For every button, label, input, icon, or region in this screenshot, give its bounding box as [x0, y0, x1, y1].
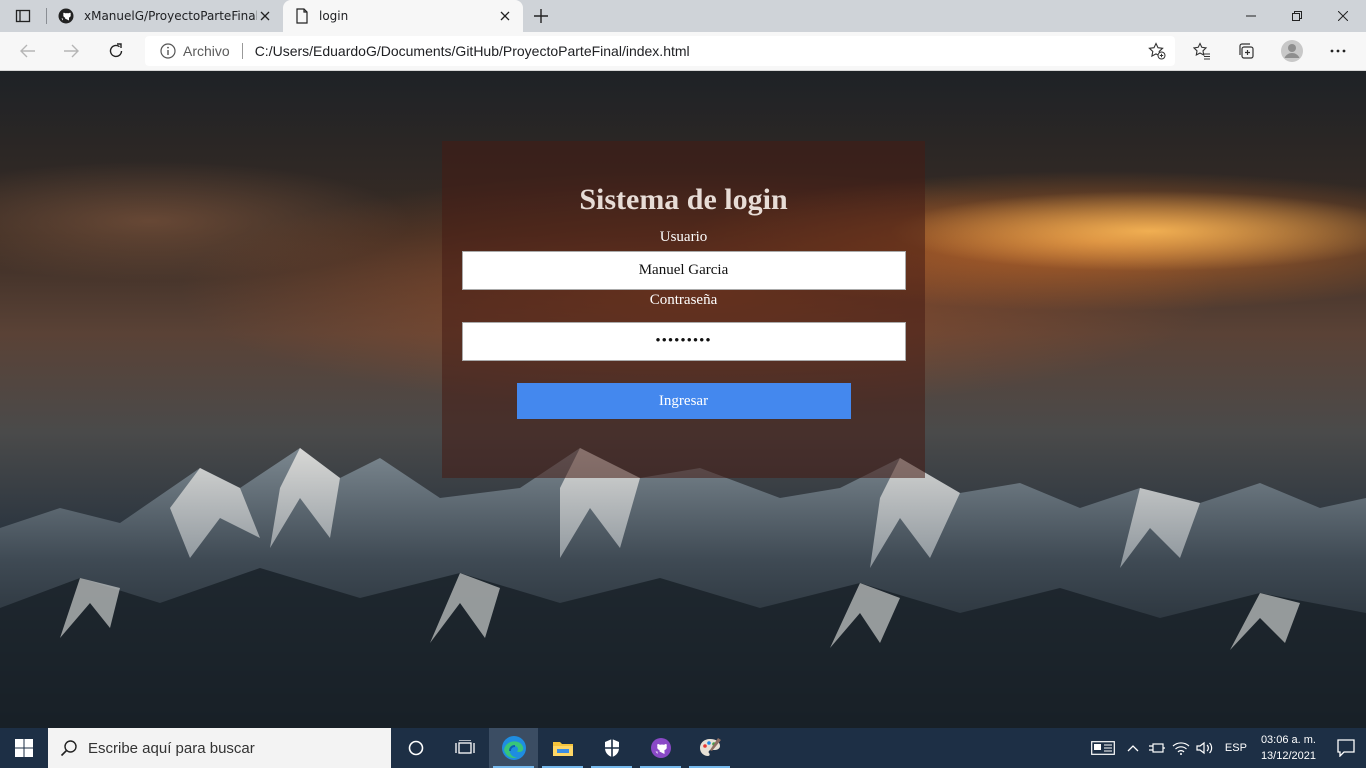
- system-tray: ESP 03:06 a. m. 13/12/2021: [1085, 728, 1366, 768]
- windows-taskbar: Escribe aquí para buscar ESP 03:06 a. m.…: [0, 728, 1366, 768]
- favorites-button[interactable]: [1186, 36, 1218, 66]
- paint-taskbar-app[interactable]: [685, 728, 734, 768]
- star-plus-icon: [1148, 42, 1166, 60]
- task-view-icon: [454, 740, 475, 754]
- github-icon: [58, 8, 74, 24]
- tab-login[interactable]: login: [283, 0, 523, 32]
- start-button[interactable]: [0, 728, 48, 768]
- info-icon[interactable]: [153, 43, 183, 59]
- security-label: Archivo: [183, 43, 230, 59]
- search-icon: [60, 740, 77, 757]
- forward-arrow-icon: [64, 44, 79, 58]
- notifications-button[interactable]: [1326, 728, 1366, 768]
- url-text[interactable]: C:/Users/EduardoG/Documents/GitHub/Proye…: [255, 43, 1139, 59]
- edge-taskbar-app[interactable]: [489, 728, 538, 768]
- address-bar[interactable]: Archivo C:/Users/EduardoG/Documents/GitH…: [145, 36, 1175, 66]
- shield-icon: [604, 739, 619, 757]
- tab-title: login: [319, 9, 349, 23]
- file-explorer-taskbar-app[interactable]: [538, 728, 587, 768]
- paint-palette-icon: [699, 738, 721, 756]
- edge-icon: [501, 736, 526, 760]
- security-taskbar-app[interactable]: [587, 728, 636, 768]
- close-tab-icon[interactable]: [497, 8, 513, 24]
- notification-icon: [1337, 739, 1355, 757]
- cortana-button[interactable]: [391, 728, 440, 768]
- close-window-button[interactable]: [1320, 0, 1366, 32]
- tab-actions-button[interactable]: [0, 0, 46, 32]
- back-arrow-icon: [20, 44, 35, 58]
- wifi-icon[interactable]: [1169, 728, 1193, 768]
- clock[interactable]: 03:06 a. m. 13/12/2021: [1261, 732, 1316, 764]
- clock-date: 13/12/2021: [1260, 750, 1316, 762]
- folder-icon: [552, 742, 573, 756]
- login-title: Sistema de login: [579, 183, 788, 216]
- close-tab-icon[interactable]: [257, 8, 273, 24]
- window-controls: [1228, 0, 1366, 32]
- close-icon: [1338, 11, 1348, 21]
- forward-button[interactable]: [55, 36, 87, 66]
- password-input[interactable]: •••••••••: [461, 322, 906, 361]
- profile-button[interactable]: [1276, 36, 1308, 66]
- windows-logo-icon: [15, 739, 33, 757]
- restore-icon: [1292, 11, 1302, 21]
- plus-icon: [534, 9, 548, 23]
- login-card: Sistema de login Usuario Manuel Garcia C…: [442, 141, 925, 478]
- language-indicator[interactable]: ESP: [1225, 742, 1247, 754]
- restore-button[interactable]: [1274, 0, 1320, 32]
- tab-github[interactable]: xManuelG/ProyectoParteFinal: Co: [46, 0, 283, 32]
- avatar-icon: [1281, 40, 1303, 62]
- power-plug-icon[interactable]: [1145, 728, 1169, 768]
- password-label: Contraseña: [649, 292, 718, 308]
- volume-icon[interactable]: [1193, 728, 1217, 768]
- github-desktop-icon: [650, 738, 671, 758]
- more-icon: [1330, 49, 1346, 53]
- collections-button[interactable]: [1230, 36, 1262, 66]
- clock-time: 03:06 a. m.: [1260, 734, 1316, 746]
- refresh-icon: [109, 43, 123, 58]
- taskbar-search-box[interactable]: Escribe aquí para buscar: [48, 728, 391, 768]
- search-placeholder: Escribe aquí para buscar: [88, 739, 255, 757]
- github-desktop-taskbar-app[interactable]: [636, 728, 685, 768]
- browser-toolbar: Archivo C:/Users/EduardoG/Documents/GitH…: [0, 32, 1366, 71]
- minimize-button[interactable]: [1228, 0, 1274, 32]
- collections-icon: [1239, 43, 1254, 59]
- username-input[interactable]: Manuel Garcia: [461, 251, 906, 290]
- tab-strip: xManuelG/ProyectoParteFinal: Co login: [0, 0, 1366, 32]
- add-favorite-button[interactable]: [1139, 42, 1175, 60]
- task-view-button[interactable]: [440, 728, 489, 768]
- tab-actions-icon: [15, 9, 31, 23]
- cortana-icon: [408, 740, 423, 756]
- back-button[interactable]: [12, 36, 44, 66]
- chevron-up-icon[interactable]: [1121, 728, 1145, 768]
- favorites-icon: [1193, 42, 1210, 60]
- refresh-button[interactable]: [100, 36, 132, 66]
- divider: [241, 43, 243, 59]
- username-label: Usuario: [659, 229, 708, 245]
- page-icon: [296, 8, 308, 24]
- news-widget-icon[interactable]: [1085, 728, 1121, 768]
- new-tab-button[interactable]: [523, 0, 559, 32]
- page-viewport: Sistema de login Usuario Manuel Garcia C…: [0, 71, 1366, 728]
- tab-title: xManuelG/ProyectoParteFinal: Co: [84, 9, 257, 23]
- settings-menu-button[interactable]: [1322, 36, 1354, 66]
- minimize-icon: [1246, 15, 1256, 17]
- login-submit-button[interactable]: Ingresar: [516, 383, 851, 419]
